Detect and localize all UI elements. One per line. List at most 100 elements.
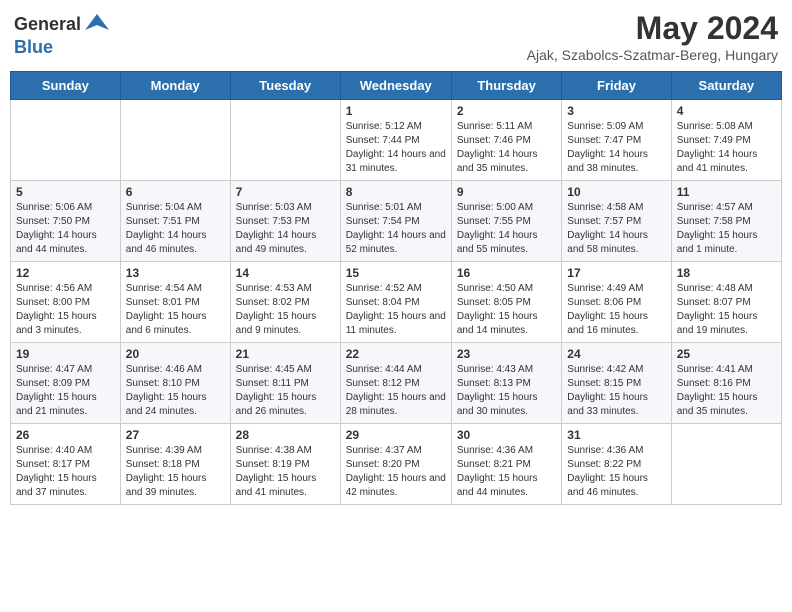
- calendar-cell: 4 Sunrise: 5:08 AM Sunset: 7:49 PM Daylig…: [671, 100, 781, 181]
- calendar-cell: [230, 100, 340, 181]
- day-info: Sunrise: 4:37 AM Sunset: 8:20 PM Dayligh…: [346, 444, 446, 500]
- calendar-cell: 31 Sunrise: 4:36 AM Sunset: 8:22 PM Dayli…: [562, 424, 671, 505]
- calendar-cell: 3 Sunrise: 5:09 AM Sunset: 7:47 PM Daylig…: [562, 100, 671, 181]
- calendar-cell: 24 Sunrise: 4:42 AM Sunset: 8:15 PM Dayli…: [562, 343, 671, 424]
- calendar-cell: 17 Sunrise: 4:49 AM Sunset: 8:06 PM Dayli…: [562, 262, 671, 343]
- day-info: Sunrise: 4:41 AM Sunset: 8:16 PM Dayligh…: [677, 363, 776, 419]
- day-number: 30: [457, 428, 556, 442]
- day-number: 23: [457, 347, 556, 361]
- calendar-cell: 20 Sunrise: 4:46 AM Sunset: 8:10 PM Dayli…: [120, 343, 230, 424]
- day-number: 21: [236, 347, 335, 361]
- day-info: Sunrise: 4:44 AM Sunset: 8:12 PM Dayligh…: [346, 363, 446, 419]
- calendar-header-monday: Monday: [120, 72, 230, 100]
- calendar-cell: [120, 100, 230, 181]
- day-info: Sunrise: 4:42 AM Sunset: 8:15 PM Dayligh…: [567, 363, 665, 419]
- day-number: 1: [346, 104, 446, 118]
- day-number: 29: [346, 428, 446, 442]
- day-info: Sunrise: 4:56 AM Sunset: 8:00 PM Dayligh…: [16, 282, 115, 338]
- sub-title: Ajak, Szabolcs-Szatmar-Bereg, Hungary: [527, 47, 778, 63]
- day-number: 5: [16, 185, 115, 199]
- calendar-header-sunday: Sunday: [11, 72, 121, 100]
- calendar-header-tuesday: Tuesday: [230, 72, 340, 100]
- calendar-header-saturday: Saturday: [671, 72, 781, 100]
- calendar-cell: 29 Sunrise: 4:37 AM Sunset: 8:20 PM Dayli…: [340, 424, 451, 505]
- day-info: Sunrise: 4:52 AM Sunset: 8:04 PM Dayligh…: [346, 282, 446, 338]
- calendar-header-wednesday: Wednesday: [340, 72, 451, 100]
- day-number: 19: [16, 347, 115, 361]
- calendar-cell: 15 Sunrise: 4:52 AM Sunset: 8:04 PM Dayli…: [340, 262, 451, 343]
- calendar-cell: 25 Sunrise: 4:41 AM Sunset: 8:16 PM Dayli…: [671, 343, 781, 424]
- day-number: 17: [567, 266, 665, 280]
- calendar-cell: 23Sunrise: 4:43 AM Sunset: 8:13 PM Dayli…: [451, 343, 561, 424]
- calendar-cell: 27Sunrise: 4:39 AM Sunset: 8:18 PM Dayli…: [120, 424, 230, 505]
- day-info: Sunrise: 5:11 AM Sunset: 7:46 PM Dayligh…: [457, 120, 556, 176]
- logo-general: General: [14, 15, 81, 33]
- day-number: 22: [346, 347, 446, 361]
- logo-blue: Blue: [14, 37, 53, 57]
- calendar-cell: 1Sunrise: 5:12 AM Sunset: 7:44 PM Daylig…: [340, 100, 451, 181]
- calendar-cell: 6 Sunrise: 5:04 AM Sunset: 7:51 PM Daylig…: [120, 181, 230, 262]
- day-info: Sunrise: 5:03 AM Sunset: 7:53 PM Dayligh…: [236, 201, 335, 257]
- calendar-header-friday: Friday: [562, 72, 671, 100]
- calendar-cell: 9Sunrise: 5:00 AM Sunset: 7:55 PM Daylig…: [451, 181, 561, 262]
- day-number: 6: [126, 185, 225, 199]
- day-number: 24: [567, 347, 665, 361]
- day-info: Sunrise: 4:40 AM Sunset: 8:17 PM Dayligh…: [16, 444, 115, 500]
- calendar-cell: 18 Sunrise: 4:48 AM Sunset: 8:07 PM Dayli…: [671, 262, 781, 343]
- calendar-header-row: SundayMondayTuesdayWednesdayThursdayFrid…: [11, 72, 782, 100]
- calendar-cell: [11, 100, 121, 181]
- calendar-cell: 12 Sunrise: 4:56 AM Sunset: 8:00 PM Dayli…: [11, 262, 121, 343]
- day-info: Sunrise: 4:54 AM Sunset: 8:01 PM Dayligh…: [126, 282, 225, 338]
- day-info: Sunrise: 4:47 AM Sunset: 8:09 PM Dayligh…: [16, 363, 115, 419]
- day-number: 12: [16, 266, 115, 280]
- logo-bird-icon: [83, 10, 111, 38]
- main-title: May 2024: [527, 10, 778, 47]
- calendar-header-thursday: Thursday: [451, 72, 561, 100]
- calendar-week-row: 1Sunrise: 5:12 AM Sunset: 7:44 PM Daylig…: [11, 100, 782, 181]
- calendar-cell: 8 Sunrise: 5:01 AM Sunset: 7:54 PM Daylig…: [340, 181, 451, 262]
- day-number: 20: [126, 347, 225, 361]
- day-info: Sunrise: 4:46 AM Sunset: 8:10 PM Dayligh…: [126, 363, 225, 419]
- calendar-cell: 19 Sunrise: 4:47 AM Sunset: 8:09 PM Dayli…: [11, 343, 121, 424]
- day-info: Sunrise: 4:53 AM Sunset: 8:02 PM Dayligh…: [236, 282, 335, 338]
- day-info: Sunrise: 4:57 AM Sunset: 7:58 PM Dayligh…: [677, 201, 776, 257]
- calendar-cell: 26Sunrise: 4:40 AM Sunset: 8:17 PM Dayli…: [11, 424, 121, 505]
- day-info: Sunrise: 5:00 AM Sunset: 7:55 PM Dayligh…: [457, 201, 556, 257]
- page-header: General Blue May 2024 Ajak, Szabolcs-Sza…: [10, 10, 782, 63]
- day-number: 14: [236, 266, 335, 280]
- day-info: Sunrise: 5:01 AM Sunset: 7:54 PM Dayligh…: [346, 201, 446, 257]
- day-number: 31: [567, 428, 665, 442]
- calendar-week-row: 19 Sunrise: 4:47 AM Sunset: 8:09 PM Dayli…: [11, 343, 782, 424]
- calendar-table: SundayMondayTuesdayWednesdayThursdayFrid…: [10, 71, 782, 505]
- calendar-cell: 16 Sunrise: 4:50 AM Sunset: 8:05 PM Dayli…: [451, 262, 561, 343]
- calendar-cell: 13Sunrise: 4:54 AM Sunset: 8:01 PM Dayli…: [120, 262, 230, 343]
- day-number: 4: [677, 104, 776, 118]
- title-block: May 2024 Ajak, Szabolcs-Szatmar-Bereg, H…: [527, 10, 778, 63]
- day-info: Sunrise: 5:06 AM Sunset: 7:50 PM Dayligh…: [16, 201, 115, 257]
- day-number: 8: [346, 185, 446, 199]
- day-number: 3: [567, 104, 665, 118]
- calendar-cell: 21Sunrise: 4:45 AM Sunset: 8:11 PM Dayli…: [230, 343, 340, 424]
- day-number: 15: [346, 266, 446, 280]
- day-number: 18: [677, 266, 776, 280]
- calendar-cell: 5 Sunrise: 5:06 AM Sunset: 7:50 PM Daylig…: [11, 181, 121, 262]
- day-info: Sunrise: 4:58 AM Sunset: 7:57 PM Dayligh…: [567, 201, 665, 257]
- day-info: Sunrise: 4:49 AM Sunset: 8:06 PM Dayligh…: [567, 282, 665, 338]
- day-info: Sunrise: 4:36 AM Sunset: 8:22 PM Dayligh…: [567, 444, 665, 500]
- calendar-cell: 22 Sunrise: 4:44 AM Sunset: 8:12 PM Dayli…: [340, 343, 451, 424]
- calendar-week-row: 5 Sunrise: 5:06 AM Sunset: 7:50 PM Daylig…: [11, 181, 782, 262]
- calendar-cell: 2Sunrise: 5:11 AM Sunset: 7:46 PM Daylig…: [451, 100, 561, 181]
- day-number: 16: [457, 266, 556, 280]
- calendar-cell: 7 Sunrise: 5:03 AM Sunset: 7:53 PM Daylig…: [230, 181, 340, 262]
- day-info: Sunrise: 5:08 AM Sunset: 7:49 PM Dayligh…: [677, 120, 776, 176]
- day-info: Sunrise: 4:50 AM Sunset: 8:05 PM Dayligh…: [457, 282, 556, 338]
- day-number: 7: [236, 185, 335, 199]
- day-info: Sunrise: 5:04 AM Sunset: 7:51 PM Dayligh…: [126, 201, 225, 257]
- calendar-week-row: 12 Sunrise: 4:56 AM Sunset: 8:00 PM Dayli…: [11, 262, 782, 343]
- day-info: Sunrise: 4:48 AM Sunset: 8:07 PM Dayligh…: [677, 282, 776, 338]
- calendar-cell: [671, 424, 781, 505]
- day-info: Sunrise: 5:09 AM Sunset: 7:47 PM Dayligh…: [567, 120, 665, 176]
- calendar-cell: 28Sunrise: 4:38 AM Sunset: 8:19 PM Dayli…: [230, 424, 340, 505]
- day-info: Sunrise: 4:38 AM Sunset: 8:19 PM Dayligh…: [236, 444, 335, 500]
- day-number: 25: [677, 347, 776, 361]
